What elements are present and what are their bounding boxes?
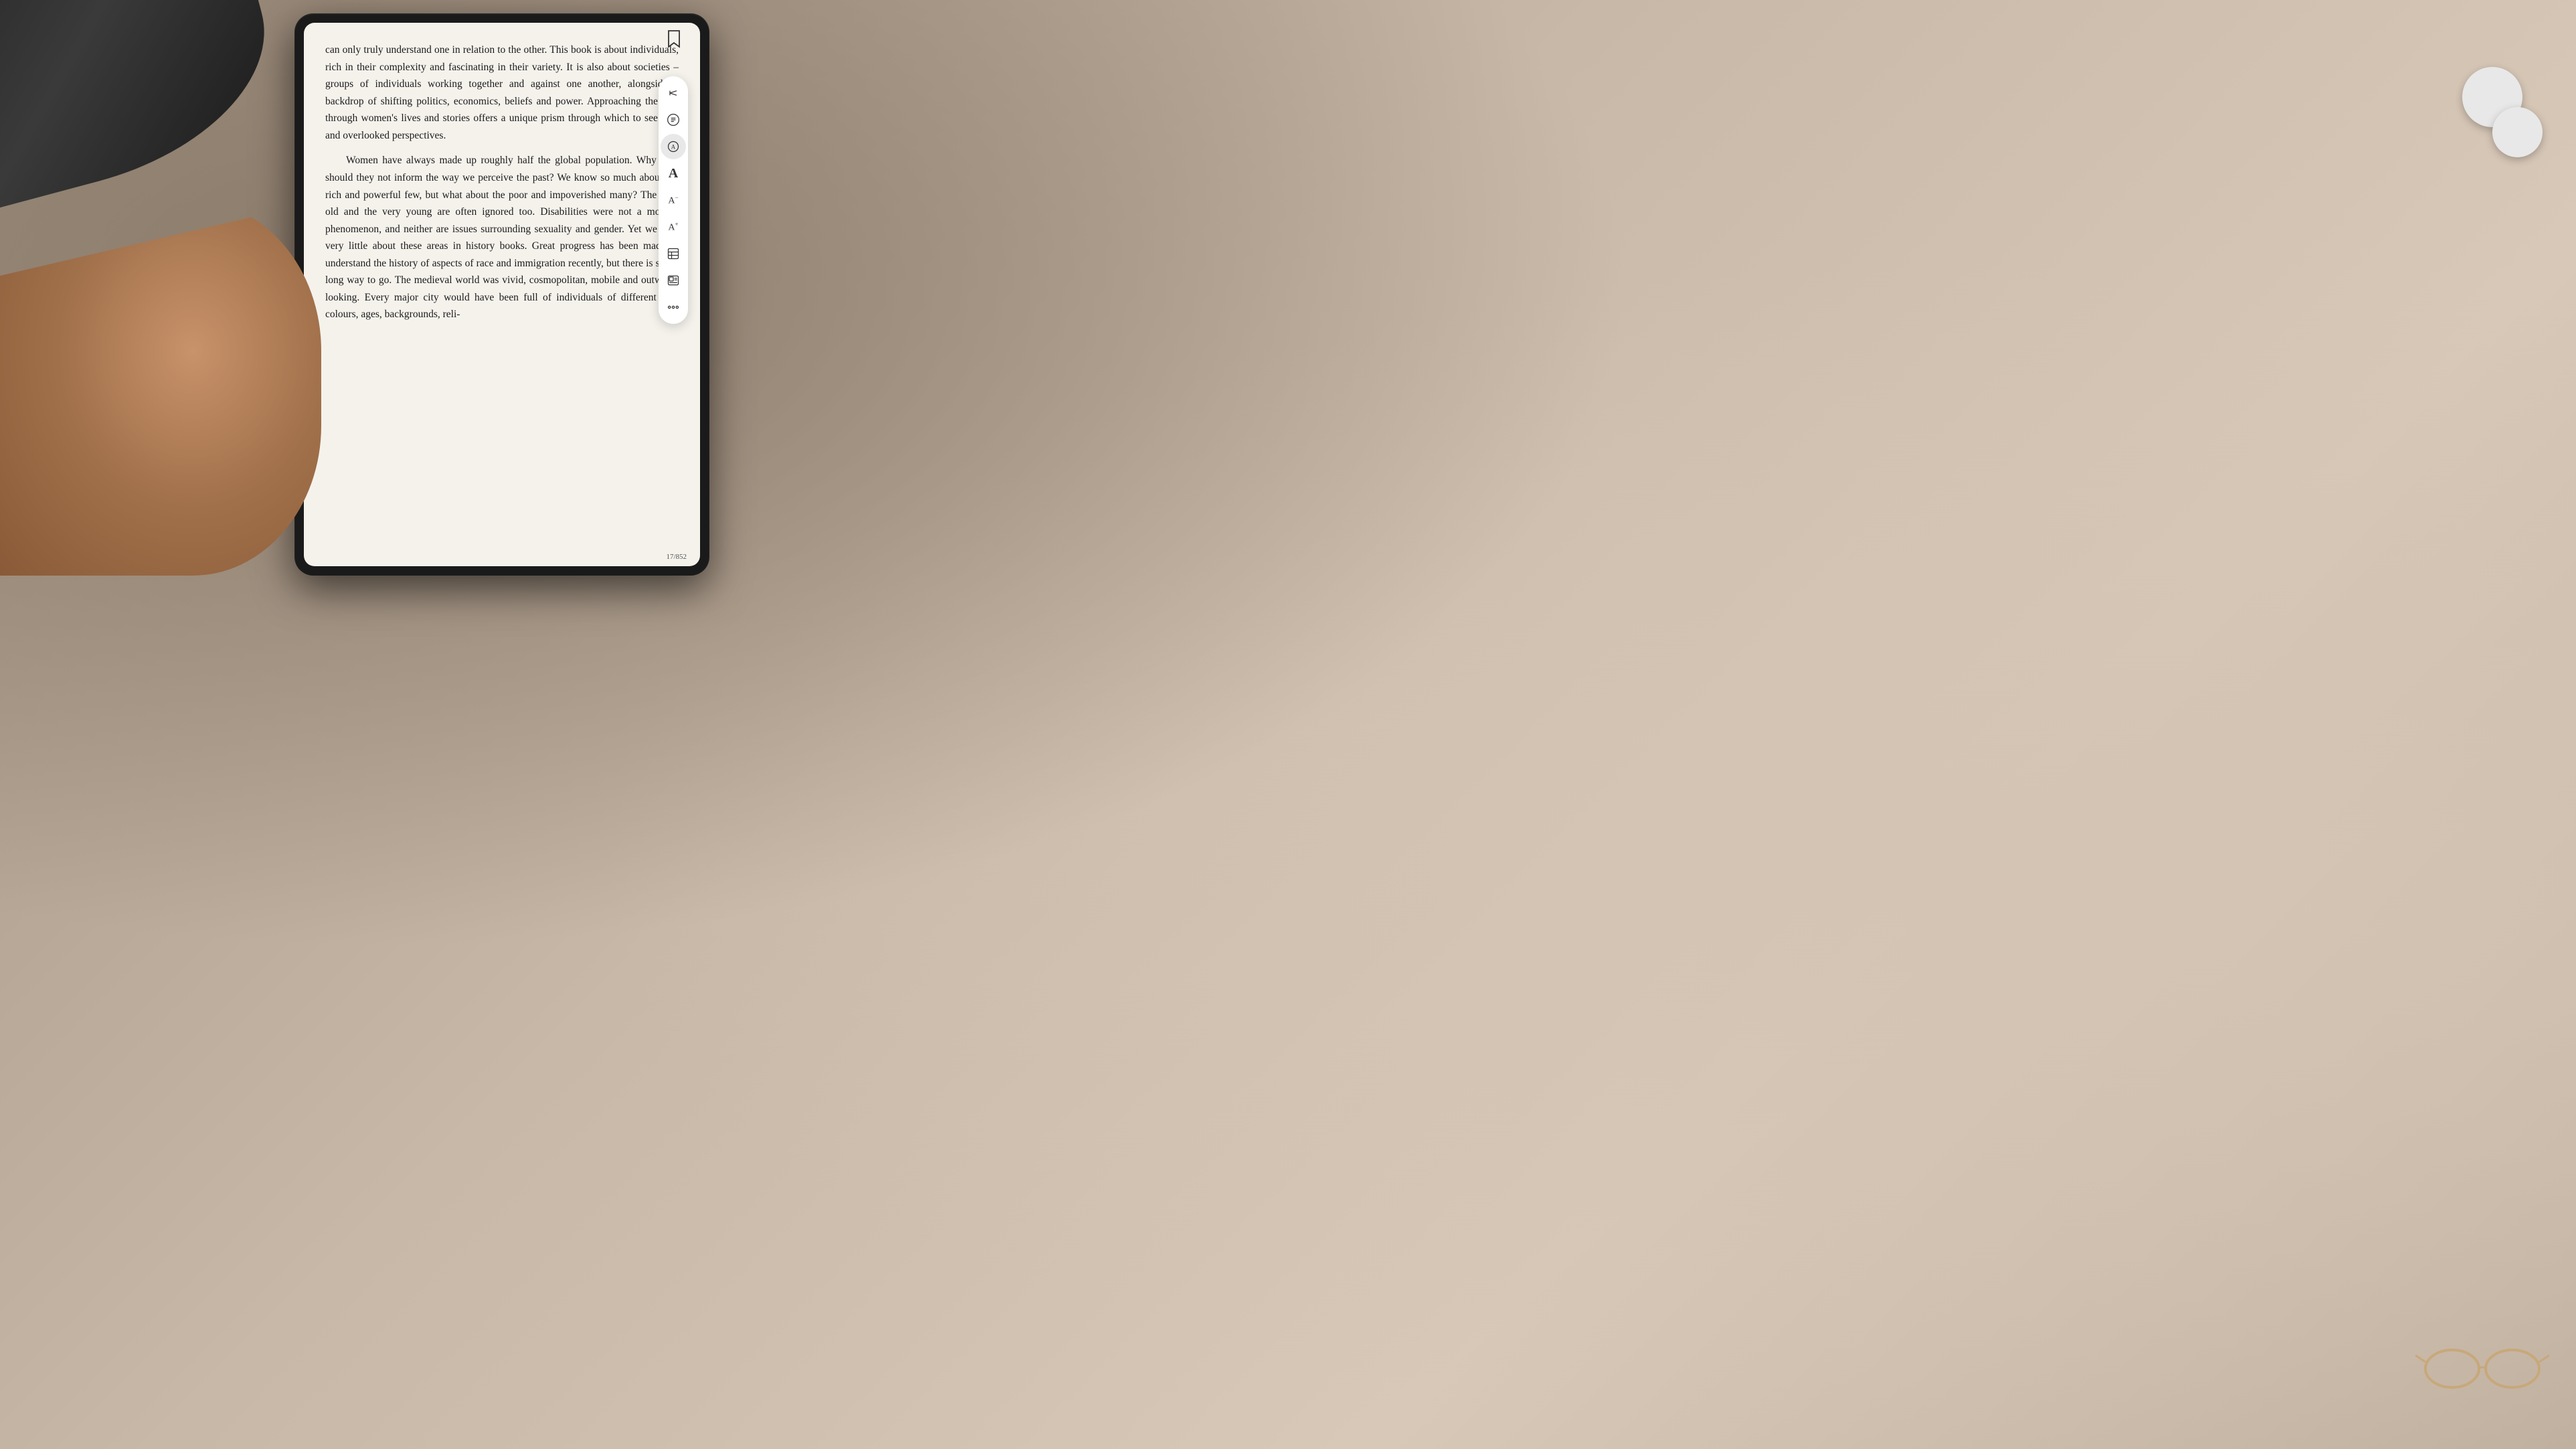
book-content: can only truly understand one in relatio… xyxy=(304,23,700,566)
tablet-screen: can only truly understand one in relatio… xyxy=(304,23,700,566)
svg-text:A: A xyxy=(671,143,676,150)
scene: can only truly understand one in relatio… xyxy=(0,0,2576,1449)
font-large-label: A xyxy=(669,167,678,180)
toolbar-panel: A A A− A+ xyxy=(659,76,688,324)
paragraph-1: can only truly understand one in relatio… xyxy=(325,41,679,144)
bookmark-icon[interactable] xyxy=(667,29,681,48)
book-text: can only truly understand one in relatio… xyxy=(325,41,679,323)
toolbar-font-large-button[interactable]: A xyxy=(661,161,686,186)
font-small-label: A− xyxy=(668,195,678,206)
glasses xyxy=(2415,1342,2549,1395)
tablet: can only truly understand one in relatio… xyxy=(294,13,709,576)
toolbar-layout-button[interactable] xyxy=(661,241,686,266)
font-increase-label: A+ xyxy=(668,222,678,233)
toolbar-font-small-button[interactable]: A− xyxy=(661,187,686,213)
toolbar-more-button[interactable] xyxy=(661,294,686,320)
toolbar-search-button[interactable]: A xyxy=(661,134,686,159)
earbud-2 xyxy=(2492,107,2543,157)
toolbar-toc-button[interactable] xyxy=(661,107,686,133)
toolbar-collapse-button[interactable] xyxy=(661,80,686,106)
toolbar-font-increase-button[interactable]: A+ xyxy=(661,214,686,240)
toolbar-image-text-button[interactable] xyxy=(661,268,686,293)
page-number: 17/852 xyxy=(666,553,687,561)
paragraph-2: Women have always made up roughly half t… xyxy=(325,152,679,323)
